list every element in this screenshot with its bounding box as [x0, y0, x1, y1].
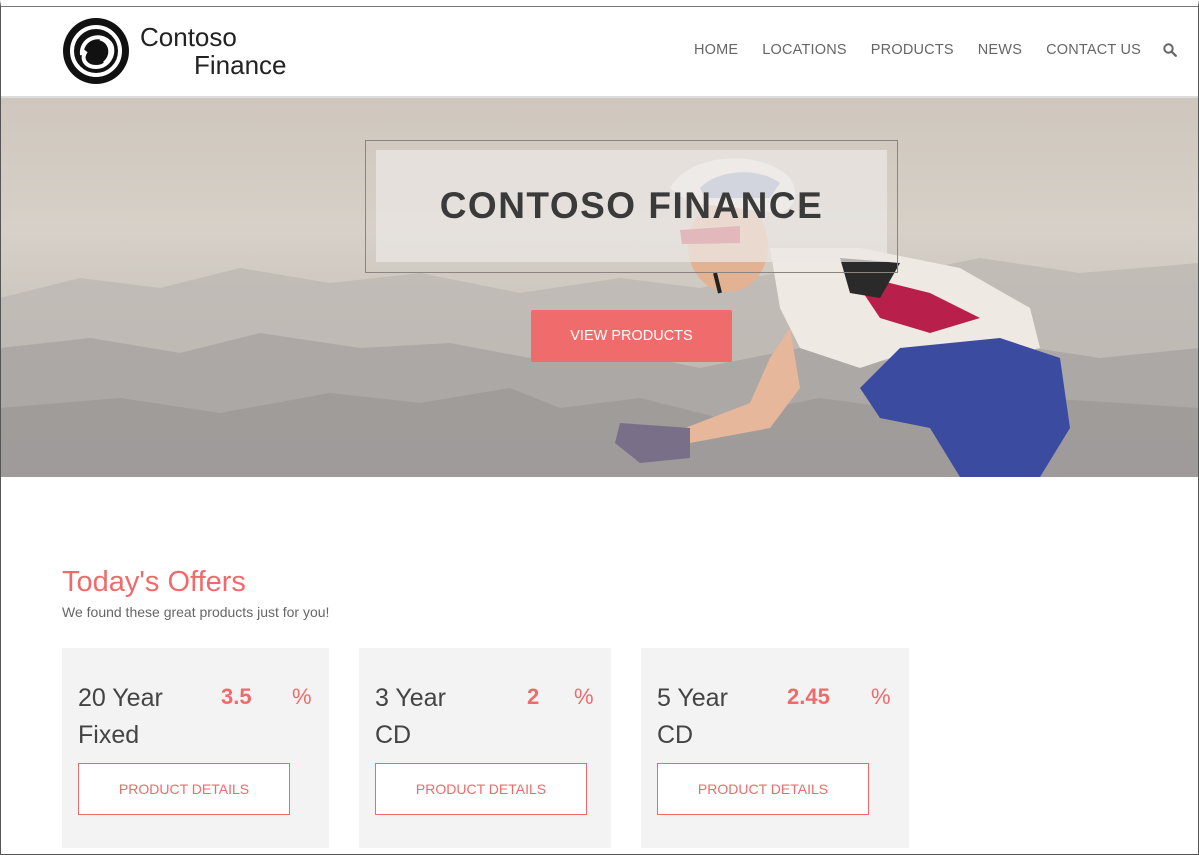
offer-card: 20 Year Fixed 3.5 % PRODUCT DETAILS [62, 648, 329, 848]
offer-rate: 2.45 [787, 684, 830, 709]
offers-heading: Today's Offers [62, 566, 246, 598]
product-details-button[interactable]: PRODUCT DETAILS [78, 763, 290, 815]
offer-name: 3 Year CD [375, 684, 446, 749]
brand-name-line1: Contoso [140, 22, 237, 52]
nav-locations[interactable]: LOCATIONS [762, 42, 847, 58]
hero-banner: CONTOSO FINANCE VIEW PRODUCTS [0, 98, 1199, 477]
offer-name: 20 Year Fixed [78, 684, 163, 749]
contoso-logo-icon [63, 18, 129, 84]
product-details-button[interactable]: PRODUCT DETAILS [375, 763, 587, 815]
hero-title-box: CONTOSO FINANCE [376, 150, 887, 262]
offer-rate-unit: % [292, 684, 312, 709]
nav-news[interactable]: NEWS [978, 42, 1022, 58]
search-icon[interactable] [1163, 43, 1177, 57]
offer-name: 5 Year CD [657, 684, 728, 749]
offer-card: 3 Year CD 2 % PRODUCT DETAILS [359, 648, 611, 848]
hero-title: CONTOSO FINANCE [439, 185, 824, 226]
view-products-button[interactable]: VIEW PRODUCTS [531, 310, 732, 362]
offer-rate: 2 [527, 684, 540, 709]
offers-subtitle: We found these great products just for y… [62, 604, 330, 620]
offer-rate: 3.5 [221, 684, 252, 709]
main-nav: HOME LOCATIONS PRODUCTS NEWS CONTACT US [670, 42, 1177, 58]
offer-rate-unit: % [871, 684, 891, 709]
offer-rate-unit: % [574, 684, 594, 709]
brand-logo[interactable]: Contoso Finance [60, 14, 300, 88]
nav-contact-us[interactable]: CONTACT US [1046, 42, 1141, 58]
brand-name: Contoso Finance [140, 23, 287, 79]
offer-card: 5 Year CD 2.45 % PRODUCT DETAILS [641, 648, 909, 848]
product-details-button[interactable]: PRODUCT DETAILS [657, 763, 869, 815]
nav-products[interactable]: PRODUCTS [871, 42, 954, 58]
brand-name-line2: Finance [194, 50, 287, 80]
site-header: Contoso Finance HOME LOCATIONS PRODUCTS … [0, 0, 1199, 98]
nav-home[interactable]: HOME [694, 42, 738, 58]
